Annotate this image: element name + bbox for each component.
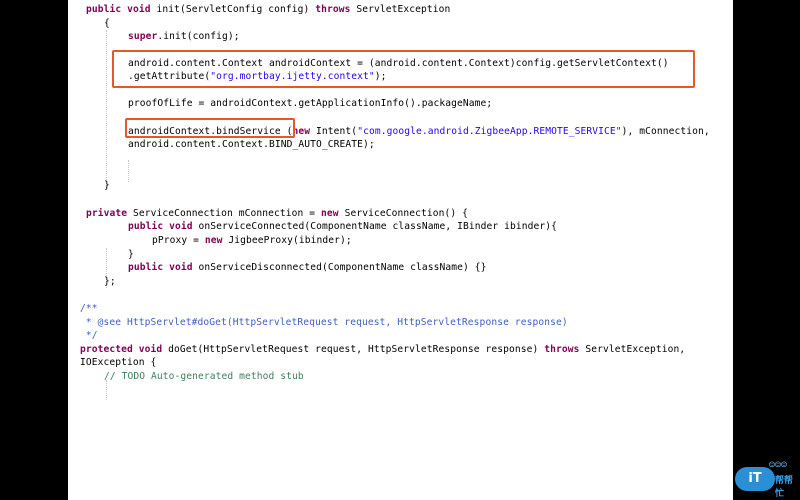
code-token: super	[128, 31, 158, 42]
code-token: Intent(	[310, 126, 358, 137]
code-token: */	[80, 330, 98, 341]
code-token: }	[128, 249, 134, 260]
code-token: JigbeeProxy(ibinder);	[222, 235, 352, 246]
watermark-text: 帮帮忙	[775, 476, 794, 499]
code-line[interactable]: };	[104, 276, 116, 288]
code-token: ), mConnection,	[621, 126, 710, 137]
code-line[interactable]: proofOfLife = androidContext.getApplicat…	[128, 98, 492, 110]
indent-guide	[106, 30, 107, 190]
code-token: pProxy =	[152, 235, 205, 246]
code-line[interactable]: IOException {	[80, 357, 156, 369]
code-token: doGet(HttpServletRequest request, HttpSe…	[162, 344, 545, 355]
code-token: public	[128, 262, 164, 273]
site-watermark: ☺☺☺ iT 帮帮忙	[733, 460, 800, 499]
code-token: public	[86, 4, 122, 15]
code-line[interactable]: */	[80, 330, 98, 342]
code-line[interactable]: }	[128, 249, 134, 261]
code-line[interactable]: pProxy = new JigbeeProxy(ibinder);	[152, 235, 352, 247]
code-token: onServiceDisconnected(ComponentName clas…	[192, 262, 487, 273]
code-token: init(ServletConfig config)	[150, 4, 316, 15]
highlight-box-context	[112, 50, 695, 88]
watermark-badge: iT	[735, 467, 775, 491]
code-line[interactable]: public void init(ServletConfig config) t…	[86, 4, 450, 16]
code-token: ServletException	[350, 4, 451, 15]
code-line[interactable]: public void onServiceDisconnected(Compon…	[128, 262, 486, 274]
code-line[interactable]: // TODO Auto-generated method stub	[104, 371, 304, 383]
code-token: ServletException,	[579, 344, 686, 355]
code-editor[interactable]: public void init(ServletConfig config) t…	[68, 0, 733, 500]
highlight-box-bindservice	[125, 118, 295, 138]
code-line[interactable]: private ServiceConnection mConnection = …	[86, 208, 468, 220]
people-icon: ☺☺☺	[769, 460, 788, 471]
code-token: // TODO Auto-generated method stub	[104, 371, 304, 382]
code-token: };	[104, 276, 116, 287]
code-token: /**	[80, 303, 98, 314]
code-token: onServiceConnected(ComponentName classNa…	[192, 221, 557, 232]
code-line[interactable]: public void onServiceConnected(Component…	[128, 221, 557, 233]
code-token: ServiceConnection mConnection =	[127, 208, 322, 219]
code-token: public	[128, 221, 164, 232]
indent-guide	[128, 160, 129, 182]
code-token: new	[292, 126, 311, 137]
code-token: new	[321, 208, 339, 219]
code-token: new	[204, 235, 223, 246]
code-token: void	[127, 4, 151, 15]
code-token: * @see HttpServlet#doGet(HttpServletRequ…	[80, 317, 568, 328]
code-line[interactable]: {	[104, 18, 110, 30]
code-line[interactable]: }	[104, 180, 110, 192]
code-token: }	[104, 180, 110, 191]
code-line[interactable]: android.content.Context.BIND_AUTO_CREATE…	[128, 139, 375, 151]
code-token: {	[104, 18, 110, 29]
code-token: void	[169, 262, 193, 273]
code-token: protected	[80, 344, 133, 355]
code-token: android.content.Context.BIND_AUTO_CREATE…	[128, 139, 375, 150]
code-line[interactable]: /**	[80, 303, 98, 315]
code-token: .init(config);	[157, 31, 240, 42]
code-line[interactable]: super.init(config);	[128, 31, 240, 43]
indent-guide	[106, 380, 107, 400]
code-token: throws	[315, 4, 351, 15]
code-line[interactable]: * @see HttpServlet#doGet(HttpServletRequ…	[80, 317, 568, 329]
code-token: private	[86, 208, 128, 219]
code-token: throws	[544, 344, 580, 355]
code-token: "com.google.android.ZigbeeApp.REMOTE_SER…	[357, 126, 622, 137]
code-token: ServiceConnection() {	[338, 208, 468, 219]
code-token: void	[169, 221, 193, 232]
code-token: void	[138, 344, 163, 355]
code-token: IOException {	[80, 357, 157, 368]
code-line[interactable]: protected void doGet(HttpServletRequest …	[80, 344, 685, 356]
code-token: proofOfLife = androidContext.getApplicat…	[128, 98, 493, 109]
